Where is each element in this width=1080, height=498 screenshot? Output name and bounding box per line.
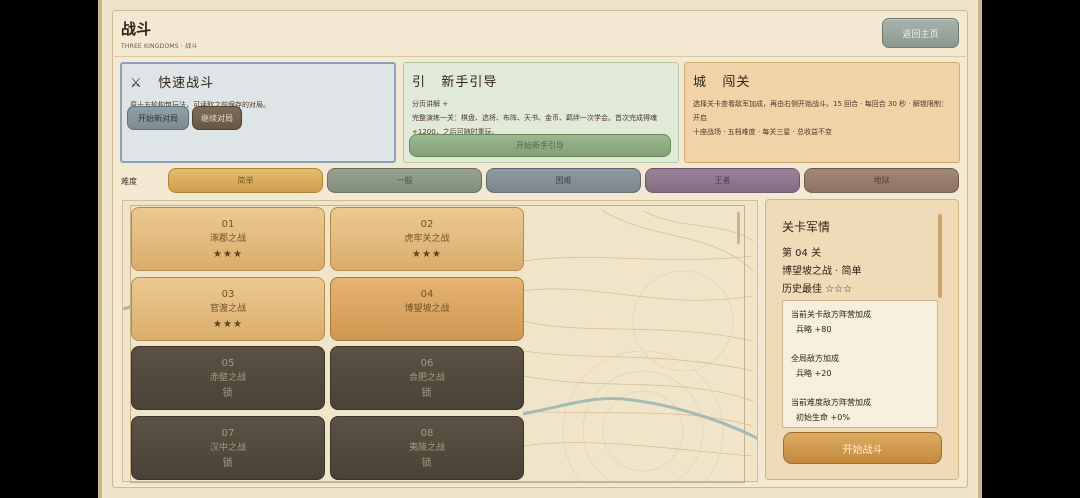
level-card-02[interactable]: 02 虎牢关之战 ★★★ <box>330 207 524 271</box>
clash-desc-2: 十座战场 · 五档难度 · 每关三星 · 总收益不变 <box>693 128 833 136</box>
bonus-label: 当前关卡敌方阵营加成 <box>791 310 871 319</box>
intel-best-record: 历史最佳 ☆☆☆ <box>782 284 853 295</box>
level-name: 博望坡之战 <box>404 303 450 314</box>
difficulty-normal-button[interactable]: 一般 <box>327 168 482 193</box>
return-home-button[interactable]: 返回主页 <box>882 18 959 48</box>
bonus-value: 兵略 +20 <box>796 369 832 378</box>
difficulty-king-button[interactable]: 王者 <box>645 168 800 193</box>
level-name: 汉中之战 <box>209 442 246 453</box>
level-lock-label: 锁 <box>222 457 234 469</box>
level-clash-card: 城 闯关 选择关卡查看敌军加成，再由右侧开始战斗。15 回合 · 每回合 30 … <box>684 62 960 163</box>
bonus-label: 当前难度敌方阵营加成 <box>791 398 871 407</box>
level-card-08[interactable]: 08 夷陵之战 锁 <box>330 416 524 480</box>
tutorial-title-text: 新手引导 <box>441 75 498 90</box>
level-card-05[interactable]: 05 赤壁之战 锁 <box>131 346 325 410</box>
start-tutorial-button[interactable]: 开始新手引导 <box>409 134 671 157</box>
intel-title: 关卡军情 <box>782 220 831 234</box>
header: 战斗 THREE KINGDOMS · 战斗 <box>121 14 961 54</box>
start-battle-button[interactable]: 开始战斗 <box>783 432 942 464</box>
clash-title-text: 闯关 <box>722 75 751 90</box>
level-lock-label: 锁 <box>222 387 234 399</box>
level-number: 06 <box>420 357 434 369</box>
tutorial-title: 引 新手引导 <box>412 71 670 90</box>
level-number: 01 <box>221 218 235 230</box>
page-subtitle: THREE KINGDOMS · 战斗 <box>121 43 198 50</box>
level-number: 03 <box>221 288 235 300</box>
difficulty-label: 难度 <box>121 177 137 186</box>
level-lock-label: 锁 <box>421 387 433 399</box>
enemy-bonus-list[interactable]: 当前关卡敌方阵营加成 兵略 +80 全局敌方加成 兵略 +20 当前难度敌方阵营… <box>782 300 938 428</box>
level-number: 05 <box>221 357 235 369</box>
level-number: 08 <box>420 427 434 439</box>
page-title: 战斗 <box>121 20 152 38</box>
level-name: 涿郡之战 <box>209 233 246 244</box>
new-game-button[interactable]: 开始新对局 <box>127 106 189 130</box>
level-name: 合肥之战 <box>408 372 445 383</box>
header-divider <box>114 56 966 57</box>
clash-title: 城 闯关 <box>693 71 951 90</box>
crossed-swords-icon: ⚔ <box>130 76 143 91</box>
level-card-04[interactable]: 04 博望坡之战 ☆☆☆ <box>330 277 524 341</box>
difficulty-hard-button[interactable]: 困难 <box>486 168 641 193</box>
level-card-03[interactable]: 03 官渡之战 ★★★ <box>131 277 325 341</box>
intel-level-number: 第 04 关 <box>782 248 822 259</box>
tutorial-glyph: 引 <box>412 75 427 90</box>
level-stars: ★★★ <box>213 248 243 260</box>
level-name: 虎牢关之战 <box>404 233 450 244</box>
level-number: 04 <box>420 288 434 300</box>
quick-battle-title-text: 快速战斗 <box>158 76 215 91</box>
level-stars: ★★★ <box>412 248 442 260</box>
clash-desc-1: 选择关卡查看敌军加成，再由右侧开始战斗。15 回合 · 每回合 30 秒 · 解… <box>693 100 948 122</box>
level-number: 02 <box>420 218 434 230</box>
level-name: 赤壁之战 <box>209 372 246 383</box>
level-lock-label: 锁 <box>421 457 433 469</box>
level-card-06[interactable]: 06 合肥之战 锁 <box>330 346 524 410</box>
intel-scrollbar[interactable] <box>938 214 942 298</box>
bonus-label: 全局敌方加成 <box>791 354 839 363</box>
level-number: 07 <box>221 427 235 439</box>
level-name: 夷陵之战 <box>408 442 445 453</box>
map-scrollbar[interactable] <box>737 212 740 244</box>
tutorial-desc-1: 分页讲解 + <box>412 100 449 108</box>
bonus-value: 兵略 +80 <box>796 325 832 334</box>
level-name: 官渡之战 <box>209 303 246 314</box>
intel-battle-name: 博望坡之战 · 简单 <box>782 266 862 277</box>
bonus-value: 初始生命 +0% <box>796 413 850 422</box>
city-glyph: 城 <box>693 75 708 90</box>
difficulty-easy-button[interactable]: 简单 <box>168 168 323 193</box>
difficulty-hell-button[interactable]: 地狱 <box>804 168 959 193</box>
level-card-01[interactable]: 01 涿郡之战 ★★★ <box>131 207 325 271</box>
level-card-07[interactable]: 07 汉中之战 锁 <box>131 416 325 480</box>
level-stars: ★★★ <box>213 318 243 330</box>
continue-game-button[interactable]: 继续对局 <box>192 106 242 130</box>
level-stars: ☆☆☆ <box>412 318 442 330</box>
quick-battle-title: ⚔ 快速战斗 <box>130 72 386 91</box>
